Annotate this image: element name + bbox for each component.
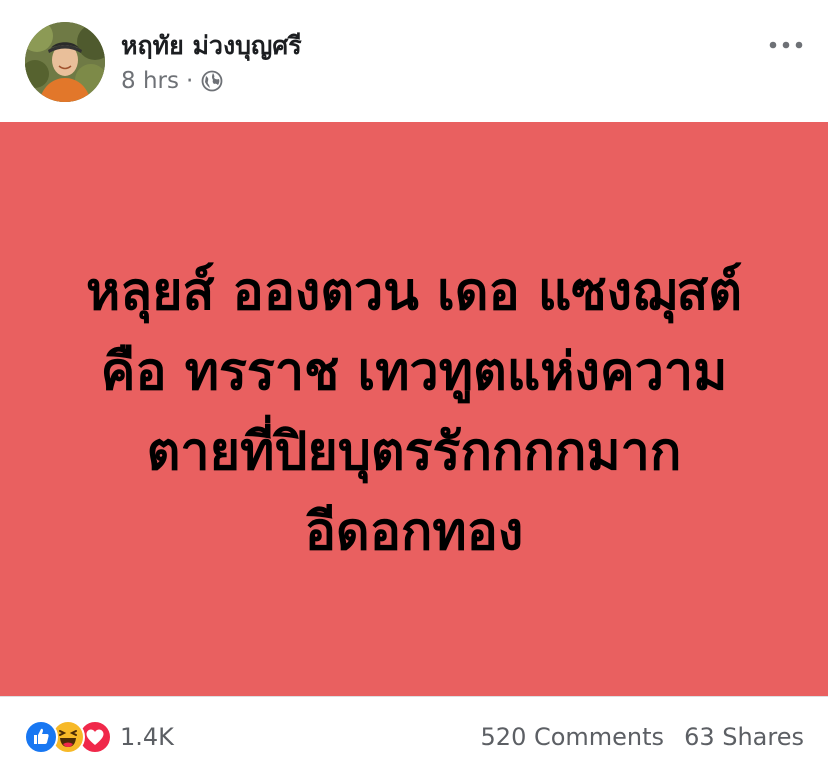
globe-icon[interactable] (201, 70, 223, 92)
status-line: ตายที่ปิยบุตรรักกกกมาก (146, 422, 682, 482)
post-footer: 1.4K 520 Comments 63 Shares (0, 696, 828, 777)
facebook-post: หฤทัย ม่วงบุญศรี 8 hrs · หลุยส์ อองตวน เ… (0, 0, 828, 777)
like-icon (24, 720, 58, 754)
ellipsis-icon (769, 41, 803, 49)
post-header: หฤทัย ม่วงบุญศรี 8 hrs · (0, 0, 828, 122)
shares-count-link[interactable]: 63 Shares (684, 723, 804, 751)
reaction-count: 1.4K (120, 723, 174, 751)
meta-separator: · (185, 68, 194, 94)
status-line: คือ ทรราช เทวทูตแห่งความ (100, 342, 728, 402)
status-line: หลุยส์ อองตวน เดอ แซงฌุสต์ (86, 262, 742, 322)
avatar-photo (25, 22, 105, 102)
status-line: อีดอกทอง (304, 502, 524, 562)
author-name[interactable]: หฤทัย ม่วงบุญศรี (121, 26, 302, 66)
author-avatar[interactable] (25, 22, 105, 102)
comments-count-link[interactable]: 520 Comments (481, 723, 665, 751)
reactions-summary[interactable]: 1.4K (24, 720, 174, 754)
post-meta: 8 hrs · (121, 66, 223, 96)
post-timestamp[interactable]: 8 hrs (121, 68, 179, 94)
engagement-counts: 520 Comments 63 Shares (481, 721, 804, 753)
colored-status-background: หลุยส์ อองตวน เดอ แซงฌุสต์ คือ ทรราช เทว… (0, 122, 828, 696)
status-text: หลุยส์ อองตวน เดอ แซงฌุสต์ คือ ทรราช เทว… (44, 252, 784, 572)
more-options-button[interactable] (766, 30, 806, 60)
